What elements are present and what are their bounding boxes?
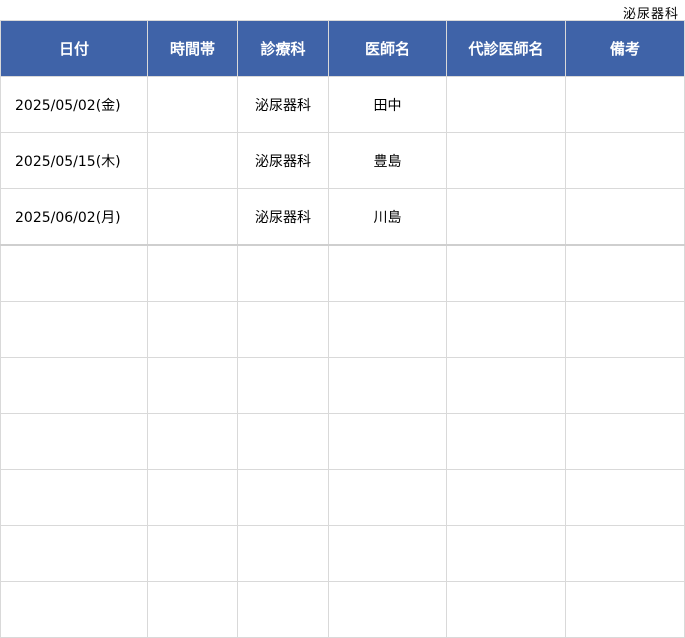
table-row — [0, 413, 685, 470]
cell-time[interactable] — [147, 76, 238, 133]
header-substitute-doctor: 代診医師名 — [446, 20, 566, 77]
cell-notes[interactable] — [565, 357, 685, 414]
cell-date[interactable] — [0, 469, 148, 526]
cell-date[interactable]: 2025/05/02(金) — [0, 76, 148, 133]
cell-date[interactable] — [0, 581, 148, 638]
cell-doctor[interactable] — [328, 413, 447, 470]
table-body: 2025/05/02(金) 泌尿器科 田中 2025/05/15(木) 泌尿器科 豊島 20… — [0, 76, 685, 638]
cell-substitute-doctor[interactable] — [446, 525, 566, 582]
cell-department[interactable]: 泌尿器科 — [237, 188, 329, 246]
cell-department[interactable] — [237, 469, 329, 526]
cell-substitute-doctor[interactable] — [446, 244, 566, 302]
cell-time[interactable] — [147, 581, 238, 638]
cell-notes[interactable] — [565, 469, 685, 526]
cell-doctor[interactable]: 豊島 — [328, 132, 447, 189]
cell-notes[interactable] — [565, 413, 685, 470]
cell-department[interactable]: 泌尿器科 — [237, 76, 329, 133]
header-department: 診療科 — [237, 20, 329, 77]
table-row: 2025/05/02(金) 泌尿器科 田中 — [0, 76, 685, 133]
table-row — [0, 525, 685, 582]
table-row — [0, 357, 685, 414]
cell-time[interactable] — [147, 525, 238, 582]
cell-department[interactable] — [237, 301, 329, 358]
cell-date[interactable] — [0, 357, 148, 414]
cell-notes[interactable] — [565, 188, 685, 246]
cell-department[interactable] — [237, 357, 329, 414]
cell-substitute-doctor[interactable] — [446, 469, 566, 526]
cell-substitute-doctor[interactable] — [446, 301, 566, 358]
cell-department[interactable] — [237, 413, 329, 470]
cell-notes[interactable] — [565, 76, 685, 133]
cell-time[interactable] — [147, 188, 238, 246]
table-row: 2025/05/15(木) 泌尿器科 豊島 — [0, 132, 685, 189]
header-time: 時間帯 — [147, 20, 238, 77]
cell-time[interactable] — [147, 132, 238, 189]
cell-notes[interactable] — [565, 581, 685, 638]
cell-notes[interactable] — [565, 132, 685, 189]
cell-time[interactable] — [147, 469, 238, 526]
cell-date[interactable] — [0, 525, 148, 582]
cell-substitute-doctor[interactable] — [446, 413, 566, 470]
cell-substitute-doctor[interactable] — [446, 188, 566, 246]
cell-doctor[interactable] — [328, 525, 447, 582]
cell-doctor[interactable] — [328, 301, 447, 358]
cell-time[interactable] — [147, 244, 238, 302]
cell-substitute-doctor[interactable] — [446, 581, 566, 638]
table-row — [0, 301, 685, 358]
cell-notes[interactable] — [565, 301, 685, 358]
schedule-table: 日付 時間帯 診療科 医師名 代診医師名 備考 2025/05/02(金) 泌尿器… — [0, 20, 685, 638]
cell-date[interactable]: 2025/05/15(木) — [0, 132, 148, 189]
cell-time[interactable] — [147, 413, 238, 470]
cell-doctor[interactable] — [328, 469, 447, 526]
header-notes: 備考 — [565, 20, 685, 77]
cell-department[interactable] — [237, 244, 329, 302]
cell-doctor[interactable] — [328, 581, 447, 638]
cell-doctor[interactable]: 川島 — [328, 188, 447, 246]
cell-date[interactable] — [0, 413, 148, 470]
cell-time[interactable] — [147, 357, 238, 414]
cell-date[interactable] — [0, 244, 148, 302]
cell-department[interactable] — [237, 525, 329, 582]
header-row: 日付 時間帯 診療科 医師名 代診医師名 備考 — [0, 20, 685, 77]
header-doctor: 医師名 — [328, 20, 447, 77]
cell-notes[interactable] — [565, 244, 685, 302]
header-date: 日付 — [0, 20, 148, 77]
cell-doctor[interactable] — [328, 357, 447, 414]
cell-doctor[interactable] — [328, 244, 447, 302]
table-row — [0, 244, 685, 302]
cell-date[interactable] — [0, 301, 148, 358]
cell-substitute-doctor[interactable] — [446, 357, 566, 414]
table-row — [0, 469, 685, 526]
table-row: 2025/06/02(月) 泌尿器科 川島 — [0, 188, 685, 246]
cell-substitute-doctor[interactable] — [446, 76, 566, 133]
cell-substitute-doctor[interactable] — [446, 132, 566, 189]
cell-department[interactable]: 泌尿器科 — [237, 132, 329, 189]
cell-department[interactable] — [237, 581, 329, 638]
cell-time[interactable] — [147, 301, 238, 358]
cell-date[interactable]: 2025/06/02(月) — [0, 188, 148, 246]
cell-doctor[interactable]: 田中 — [328, 76, 447, 133]
cell-notes[interactable] — [565, 525, 685, 582]
table-row — [0, 581, 685, 638]
